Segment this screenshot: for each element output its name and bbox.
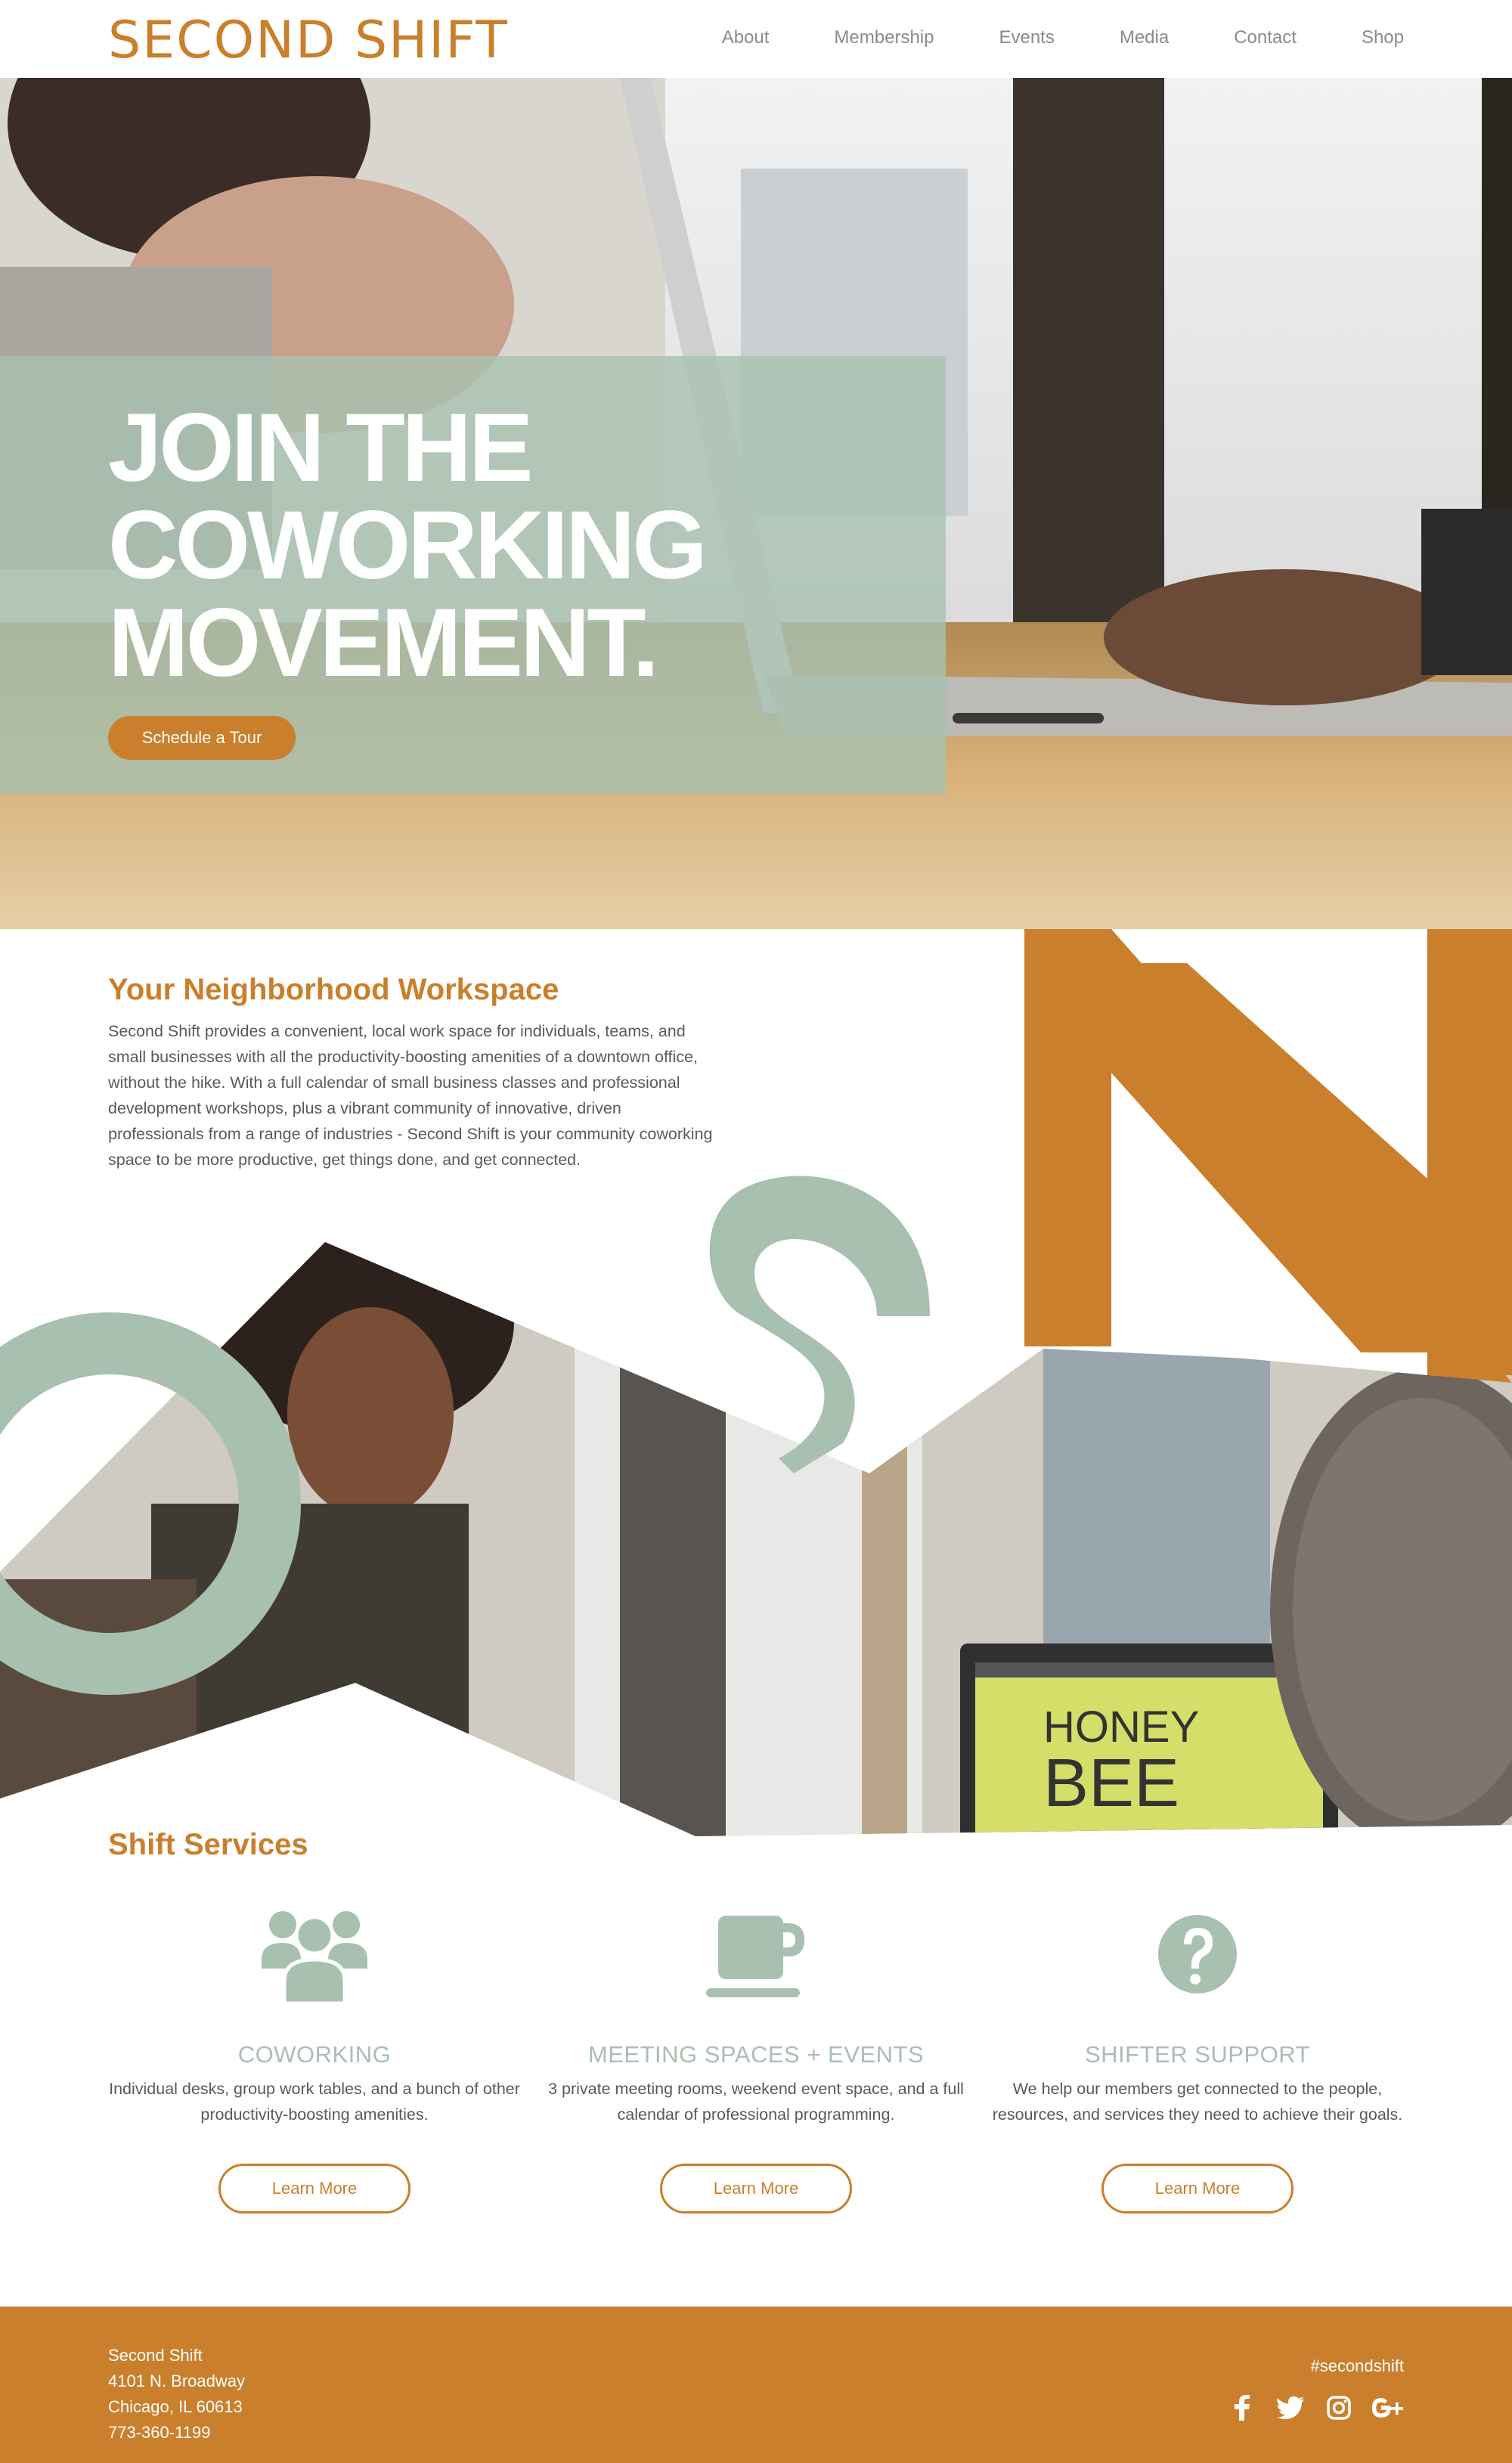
- schedule-tour-button[interactable]: Schedule a Tour: [108, 716, 296, 760]
- footer-phone[interactable]: 773-360-1199: [108, 2420, 245, 2446]
- service-coworking: COWORKING Individual desks, group work t…: [95, 1905, 534, 2214]
- nav-shop[interactable]: Shop: [1362, 27, 1404, 48]
- service-heading: MEETING SPACES + EVENTS: [587, 2041, 925, 2068]
- footer-address-line: Second Shift: [108, 2346, 203, 2365]
- nav-membership[interactable]: Membership: [834, 27, 934, 48]
- service-shifter-support: SHIFTER SUPPORT We help our members get …: [978, 1905, 1417, 2214]
- twitter-icon[interactable]: [1274, 2391, 1307, 2424]
- service-description: Individual desks, group work tables, and…: [109, 2080, 520, 2124]
- footer-address-line: 4101 N. Broadway: [108, 2372, 245, 2390]
- service-heading: COWORKING: [237, 2041, 392, 2068]
- hero-title-line-1: JOIN THE: [108, 394, 533, 502]
- instagram-icon[interactable]: [1322, 2391, 1356, 2424]
- hero-title-line-2: COWORKING: [108, 491, 708, 599]
- nav-contact[interactable]: Contact: [1234, 27, 1297, 48]
- footer-address: Second Shift 4101 N. Broadway Chicago, I…: [108, 2343, 245, 2446]
- laptop-screen-text-1: HONEY: [1043, 1702, 1199, 1752]
- question-icon: [1158, 1915, 1237, 1994]
- neighborhood-description: Second Shift provides a convenient, loca…: [108, 1022, 713, 1169]
- nav-events[interactable]: Events: [999, 27, 1054, 48]
- main-nav: About Membership Events Media Contact Sh…: [657, 27, 1404, 48]
- site-footer: Second Shift 4101 N. Broadway Chicago, I…: [0, 2307, 1512, 2463]
- service-description: We help our members get connected to the…: [992, 2080, 1403, 2124]
- service-heading: SHIFTER SUPPORT: [1084, 2041, 1311, 2068]
- site-header: SECOND SHIFT About Membership Events Med…: [0, 0, 1512, 78]
- footer-hashtag[interactable]: #secondshift: [1310, 2356, 1404, 2376]
- google-plus-icon[interactable]: [1371, 2391, 1404, 2424]
- shifter-support-learn-more-button[interactable]: Learn More: [1101, 2164, 1294, 2214]
- service-description: 3 private meeting rooms, weekend event s…: [548, 2080, 964, 2124]
- coffee-cup-icon: [706, 1916, 804, 1997]
- neighborhood-title: Your Neighborhood Workspace: [108, 973, 559, 1006]
- laptop-screen-text-2: BEE: [1043, 1746, 1179, 1821]
- site-logo[interactable]: SECOND SHIFT: [108, 11, 509, 70]
- facebook-icon[interactable]: [1225, 2391, 1259, 2424]
- neighborhood-section: HONEY BEE Your Neighborhood Workspace Se…: [0, 929, 1512, 1836]
- meeting-spaces-learn-more-button[interactable]: Learn More: [660, 2164, 852, 2214]
- nav-media[interactable]: Media: [1120, 27, 1169, 48]
- nav-about[interactable]: About: [722, 27, 770, 48]
- hero-section: JOIN THE COWORKING MOVEMENT. Schedule a …: [0, 78, 1512, 929]
- coworking-learn-more-button[interactable]: Learn More: [218, 2164, 411, 2214]
- services-title: Shift Services: [108, 1828, 308, 1861]
- service-meeting-spaces: MEETING SPACES + EVENTS 3 private meetin…: [537, 1905, 975, 2214]
- social-links: [1225, 2391, 1404, 2424]
- letter-n-graphic: [1024, 929, 1512, 1383]
- hero-title-line-3: MOVEMENT.: [108, 589, 659, 697]
- footer-address-line: Chicago, IL 60613: [108, 2397, 243, 2416]
- hero-title: JOIN THE COWORKING MOVEMENT.: [108, 399, 789, 692]
- group-icon: [262, 1911, 367, 2003]
